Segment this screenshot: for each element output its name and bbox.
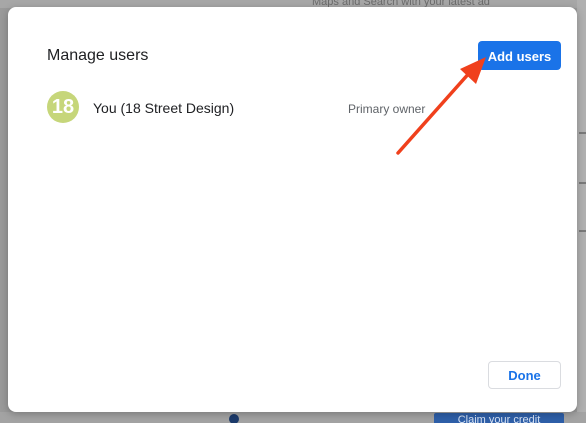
background-claim-button: Claim your credit: [434, 413, 564, 423]
dialog-title: Manage users: [47, 47, 149, 64]
manage-users-dialog: Manage users Add users 18 You (18 Street…: [8, 7, 577, 412]
avatar: 18: [47, 91, 79, 123]
done-button[interactable]: Done: [488, 361, 561, 389]
red-arrow-icon: [396, 57, 486, 155]
background-right-mark: [579, 132, 586, 134]
user-name: You (18 Street Design): [93, 100, 235, 116]
background-right-mark: [579, 182, 586, 184]
background-right-mark: [579, 230, 586, 232]
background-bottom-dot: [229, 414, 239, 423]
background-right-strip: [577, 0, 586, 423]
